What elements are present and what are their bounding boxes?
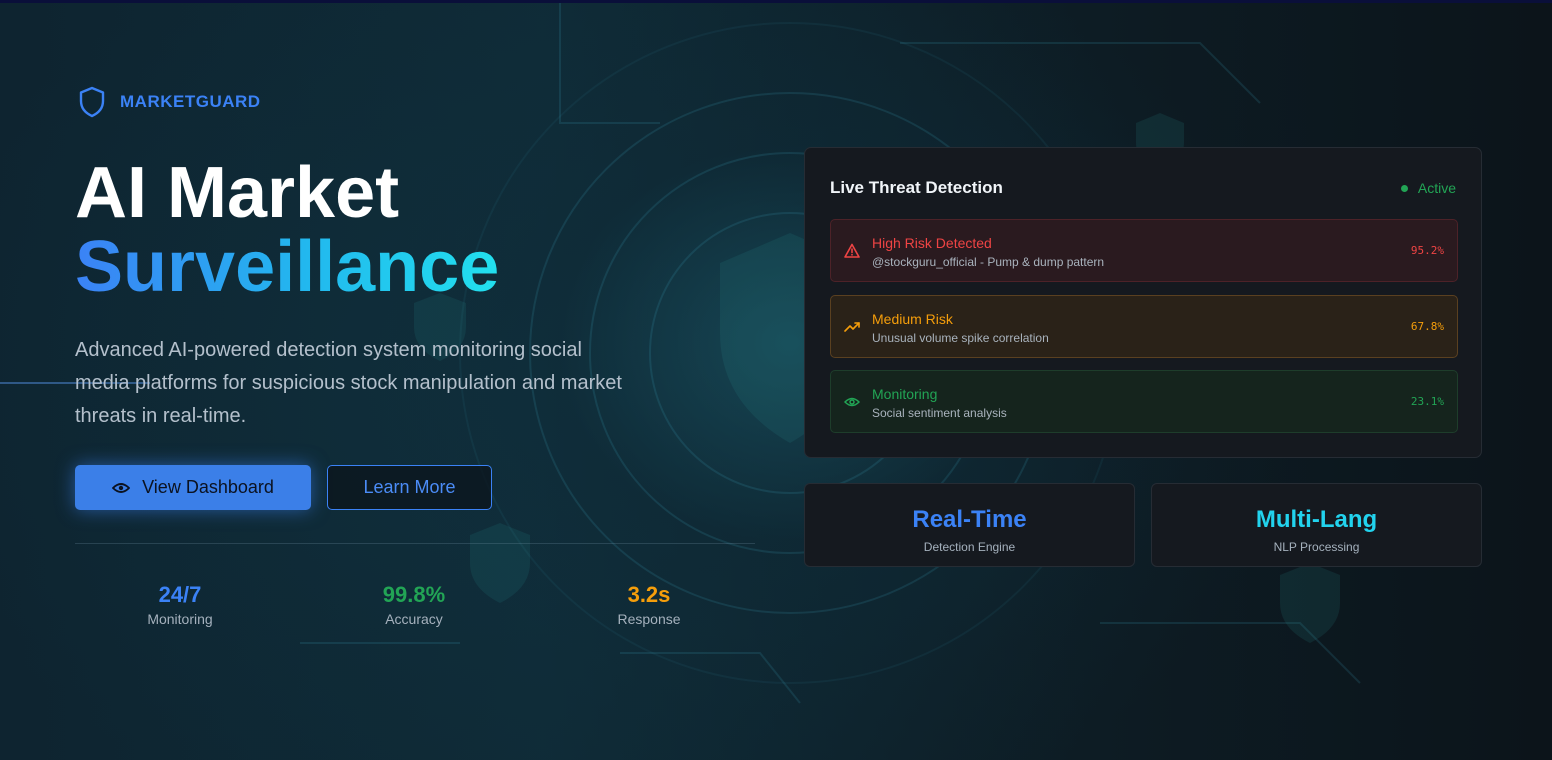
trending-up-icon <box>844 322 860 332</box>
view-dashboard-label: View Dashboard <box>142 477 274 497</box>
shield-icon <box>79 86 105 118</box>
alert-subtitle: Unusual volume spike correlation <box>872 331 1049 345</box>
eye-icon <box>112 482 131 493</box>
hero-title-line2: Surveillance <box>75 227 500 307</box>
brand[interactable]: MARKETGUARD <box>78 86 261 118</box>
feature-subtitle: Detection Engine <box>923 540 1016 554</box>
alert-monitoring[interactable]: Monitoring Social sentiment analysis 23.… <box>830 370 1458 433</box>
warning-triangle-icon <box>844 243 860 258</box>
alert-subtitle: Social sentiment analysis <box>872 406 1007 420</box>
stat-value: 24/7 <box>158 582 202 607</box>
stat-accuracy: 99.8% Accuracy <box>314 582 514 627</box>
stat-label: Monitoring <box>147 611 213 627</box>
alert-subtitle: @stockguru_official - Pump & dump patter… <box>872 255 1105 269</box>
stat-label: Accuracy <box>385 611 443 627</box>
alert-title: High Risk Detected <box>872 235 992 251</box>
alert-medium-risk[interactable]: Medium Risk Unusual volume spike correla… <box>830 295 1458 358</box>
hero-title-line1: AI Market <box>75 153 400 233</box>
stat-value: 3.2s <box>627 582 671 607</box>
feature-card-real-time: Real-Time Detection Engine <box>804 483 1135 567</box>
stat-response: 3.2s Response <box>549 582 749 627</box>
hero-title: AI Market Surveillance <box>75 156 499 304</box>
alert-percent: 95.2% <box>1410 244 1444 257</box>
feature-card-multi-lang: Multi-Lang NLP Processing <box>1151 483 1482 567</box>
live-threat-panel: Live Threat Detection Active High Risk D… <box>804 147 1482 458</box>
eye-icon <box>844 397 860 407</box>
stat-label: Response <box>617 611 681 627</box>
learn-more-button[interactable]: Learn More <box>327 465 492 510</box>
view-dashboard-button[interactable]: View Dashboard <box>75 465 311 510</box>
feature-title: Multi-Lang <box>1255 506 1378 533</box>
feature-title: Real-Time <box>912 506 1027 533</box>
panel-title: Live Threat Detection <box>830 178 1003 197</box>
alert-high-risk[interactable]: High Risk Detected @stockguru_official -… <box>830 219 1458 282</box>
stat-monitoring: 24/7 Monitoring <box>80 582 280 627</box>
alert-percent: 67.8% <box>1410 320 1444 333</box>
stats-divider <box>75 543 755 544</box>
hero-description: Advanced AI-powered detection system mon… <box>75 339 622 427</box>
learn-more-label: Learn More <box>363 477 456 497</box>
brand-name: MARKETGUARD <box>120 92 261 111</box>
stat-value: 99.8% <box>382 582 446 607</box>
status-dot-icon <box>1400 184 1408 192</box>
feature-subtitle: NLP Processing <box>1273 540 1360 554</box>
status-badge: Active <box>1400 180 1456 196</box>
alert-title: Medium Risk <box>872 311 953 327</box>
alert-title: Monitoring <box>872 386 938 402</box>
status-label: Active <box>1417 180 1456 196</box>
alert-percent: 23.1% <box>1410 395 1444 408</box>
